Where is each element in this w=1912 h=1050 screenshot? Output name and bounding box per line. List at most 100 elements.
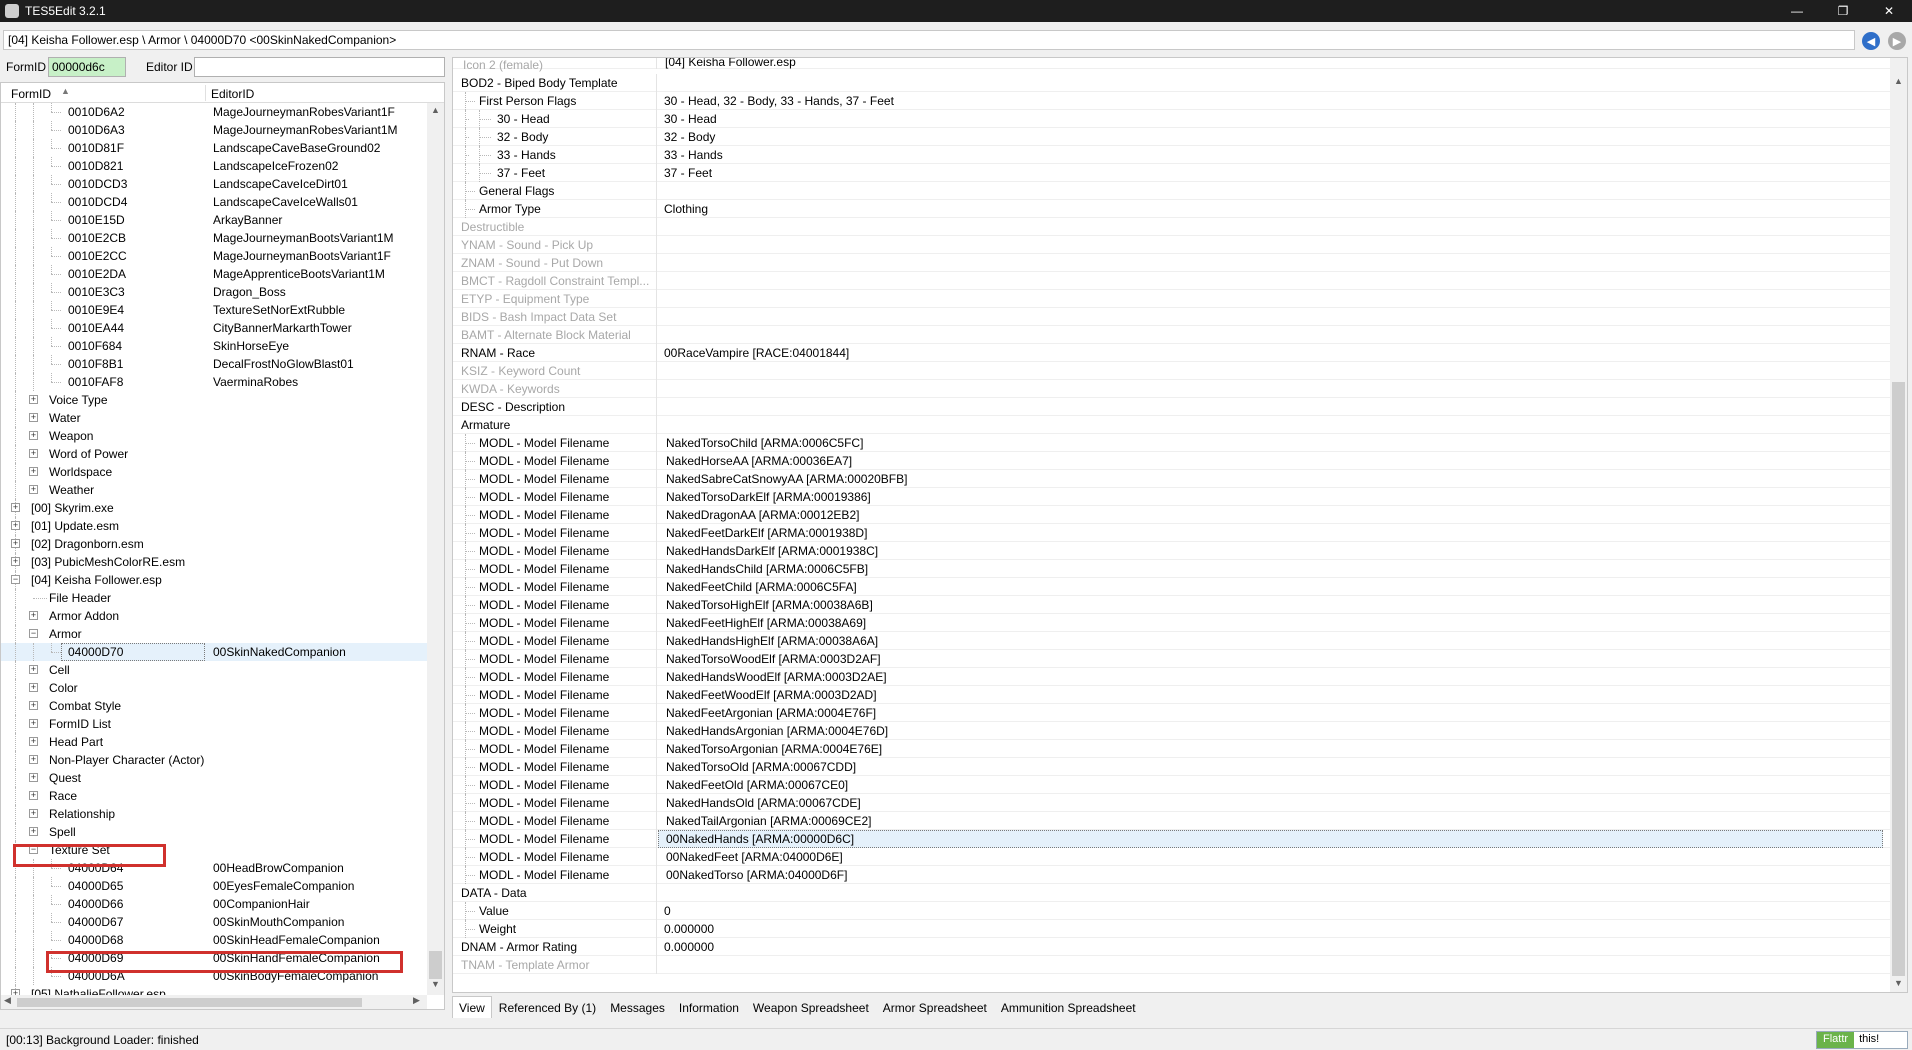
- record-field-value[interactable]: 32 - Body: [664, 128, 715, 146]
- record-header-row[interactable]: Icon 2 (female) [04] Keisha Follower.esp: [453, 58, 1890, 72]
- tree-row[interactable]: 0010D6A3 MageJourneymanRobesVariant1M: [1, 121, 427, 139]
- record-row[interactable]: RNAM - Race 00RaceVampire [RACE:04001844]: [453, 344, 1890, 362]
- tree-row[interactable]: 0010E15D ArkayBanner: [1, 211, 427, 229]
- record-row[interactable]: Weight 0.000000: [453, 920, 1890, 938]
- scroll-thumb[interactable]: [429, 951, 442, 979]
- collapse-icon[interactable]: −: [11, 575, 20, 584]
- record-field-value[interactable]: NakedFeetOld [ARMA:00067CE0]: [666, 776, 848, 794]
- expand-icon[interactable]: +: [29, 755, 38, 764]
- tree-horizontal-scrollbar[interactable]: ◀ ▶: [1, 995, 427, 1009]
- record-field-value[interactable]: NakedTorsoHighElf [ARMA:00038A6B]: [666, 596, 873, 614]
- column-divider[interactable]: [205, 85, 206, 101]
- expand-icon[interactable]: +: [29, 395, 38, 404]
- record-row[interactable]: MODL - Model Filename NakedHorseAA [ARMA:…: [453, 452, 1890, 470]
- record-row[interactable]: Armature: [453, 416, 1890, 434]
- record-row[interactable]: YNAM - Sound - Pick Up: [453, 236, 1890, 254]
- expand-icon[interactable]: +: [11, 503, 20, 512]
- record-row[interactable]: MODL - Model Filename NakedHandsChild [AR…: [453, 560, 1890, 578]
- record-row[interactable]: MODL - Model Filename NakedDragonAA [ARMA…: [453, 506, 1890, 524]
- tree-row[interactable]: + Relationship: [1, 805, 427, 823]
- tree-row[interactable]: + Water: [1, 409, 427, 427]
- record-field-value[interactable]: NakedHandsWoodElf [ARMA:0003D2AE]: [666, 668, 887, 686]
- scroll-thumb[interactable]: [1892, 382, 1905, 976]
- tree-row[interactable]: 0010D81F LandscapeCaveBaseGround02: [1, 139, 427, 157]
- record-vertical-scrollbar[interactable]: ▲ ▼: [1890, 58, 1907, 992]
- record-row[interactable]: MODL - Model Filename NakedTorsoDarkElf […: [453, 488, 1890, 506]
- minimize-button[interactable]: —: [1774, 0, 1820, 22]
- tree-row[interactable]: 0010F684 SkinHorseEye: [1, 337, 427, 355]
- tree-row[interactable]: 04000D65 00EyesFemaleCompanion: [1, 877, 427, 895]
- tab-ammunition-spreadsheet[interactable]: Ammunition Spreadsheet: [994, 996, 1143, 1018]
- tree-row[interactable]: + [02] Dragonborn.esm: [1, 535, 427, 553]
- tree-row[interactable]: File Header: [1, 589, 427, 607]
- expand-icon[interactable]: +: [29, 449, 38, 458]
- record-row[interactable]: MODL - Model Filename NakedFeetArgonian […: [453, 704, 1890, 722]
- record-row[interactable]: MODL - Model Filename NakedHandsWoodElf […: [453, 668, 1890, 686]
- record-row[interactable]: MODL - Model Filename NakedFeetHighElf [A…: [453, 614, 1890, 632]
- record-field-value[interactable]: NakedTorsoWoodElf [ARMA:0003D2AF]: [666, 650, 881, 668]
- record-field-value[interactable]: 00RaceVampire [RACE:04001844]: [664, 344, 849, 362]
- tree-row[interactable]: + Race: [1, 787, 427, 805]
- tree-row[interactable]: 0010EA44 CityBannerMarkarthTower: [1, 319, 427, 337]
- tree-row[interactable]: + [05] NathalieFollower.esp: [1, 985, 427, 995]
- scroll-thumb[interactable]: [17, 998, 362, 1007]
- record-field-value[interactable]: NakedFeetDarkElf [ARMA:0001938D]: [666, 524, 867, 542]
- record-row[interactable]: BMCT - Ragdoll Constraint Templ...: [453, 272, 1890, 290]
- record-field-value[interactable]: NakedHandsChild [ARMA:0006C5FB]: [666, 560, 868, 578]
- tree-row[interactable]: + Word of Power: [1, 445, 427, 463]
- record-field-value[interactable]: 0.000000: [664, 938, 714, 956]
- close-button[interactable]: ✕: [1866, 0, 1912, 22]
- scroll-right-icon[interactable]: ▶: [413, 995, 420, 1006]
- record-field-value[interactable]: NakedTorsoArgonian [ARMA:0004E76E]: [666, 740, 882, 758]
- record-row[interactable]: 32 - Body 32 - Body: [453, 128, 1890, 146]
- tree-row[interactable]: − Armor: [1, 625, 427, 643]
- tree-row[interactable]: + [00] Skyrim.exe: [1, 499, 427, 517]
- record-row[interactable]: MODL - Model Filename NakedFeetDarkElf [A…: [453, 524, 1890, 542]
- record-field-value[interactable]: NakedHandsDarkElf [ARMA:0001938C]: [666, 542, 878, 560]
- record-field-value[interactable]: NakedDragonAA [ARMA:00012EB2]: [666, 506, 859, 524]
- tab-referenced-by-1[interactable]: Referenced By (1): [492, 996, 603, 1018]
- tree-row[interactable]: 0010E2DA MageApprenticeBootsVariant1M: [1, 265, 427, 283]
- tree-row[interactable]: + Color: [1, 679, 427, 697]
- record-path-field[interactable]: [04] Keisha Follower.esp \ Armor \ 04000…: [3, 30, 1855, 50]
- record-row[interactable]: 33 - Hands 33 - Hands: [453, 146, 1890, 164]
- record-row[interactable]: 30 - Head 30 - Head: [453, 110, 1890, 128]
- expand-icon[interactable]: +: [29, 665, 38, 674]
- record-field-value[interactable]: 0.000000: [664, 920, 714, 938]
- maximize-button[interactable]: ❐: [1820, 0, 1866, 22]
- expand-icon[interactable]: +: [29, 737, 38, 746]
- expand-icon[interactable]: +: [29, 431, 38, 440]
- scroll-up-icon[interactable]: ▲: [427, 105, 444, 115]
- record-row[interactable]: DNAM - Armor Rating 0.000000: [453, 938, 1890, 956]
- expand-icon[interactable]: +: [29, 413, 38, 422]
- tree-row[interactable]: 0010FAF8 VaerminaRobes: [1, 373, 427, 391]
- tree-row[interactable]: 0010D821 LandscapeIceFrozen02: [1, 157, 427, 175]
- record-field-value[interactable]: 30 - Head, 32 - Body, 33 - Hands, 37 - F…: [664, 92, 894, 110]
- record-field-value[interactable]: NakedSabreCatSnowyAA [ARMA:00020BFB]: [666, 470, 907, 488]
- record-row[interactable]: MODL - Model Filename NakedTorsoHighElf […: [453, 596, 1890, 614]
- record-row[interactable]: DATA - Data: [453, 884, 1890, 902]
- back-arrow-icon[interactable]: ◀: [1862, 32, 1880, 50]
- tree-row[interactable]: + Spell: [1, 823, 427, 841]
- forward-arrow-icon[interactable]: ▶: [1888, 32, 1906, 50]
- record-field-value[interactable]: Clothing: [664, 200, 708, 218]
- tree-row[interactable]: 04000D67 00SkinMouthCompanion: [1, 913, 427, 931]
- record-field-value[interactable]: NakedHorseAA [ARMA:00036EA7]: [666, 452, 852, 470]
- record-row[interactable]: MODL - Model Filename NakedSabreCatSnowyA…: [453, 470, 1890, 488]
- record-row[interactable]: Value 0: [453, 902, 1890, 920]
- tab-view[interactable]: View: [452, 996, 492, 1018]
- record-field-value[interactable]: NakedHandsHighElf [ARMA:00038A6A]: [666, 632, 878, 650]
- record-field-value[interactable]: 00NakedHands [ARMA:00000D6C]: [666, 830, 854, 848]
- scroll-up-icon[interactable]: ▲: [1890, 76, 1907, 86]
- record-row[interactable]: MODL - Model Filename 00NakedTorso [ARMA:…: [453, 866, 1890, 884]
- record-row[interactable]: General Flags: [453, 182, 1890, 200]
- flattr-button[interactable]: Flattr this!: [1816, 1031, 1908, 1049]
- tab-weapon-spreadsheet[interactable]: Weapon Spreadsheet: [746, 996, 876, 1018]
- editorid-input[interactable]: [194, 57, 445, 77]
- record-field-value[interactable]: NakedFeetArgonian [ARMA:0004E76F]: [666, 704, 876, 722]
- record-field-value[interactable]: NakedTorsoDarkElf [ARMA:00019386]: [666, 488, 871, 506]
- formid-input[interactable]: [48, 57, 126, 77]
- record-field-value[interactable]: 33 - Hands: [664, 146, 723, 164]
- scroll-left-icon[interactable]: ◀: [4, 995, 11, 1006]
- scroll-down-icon[interactable]: ▼: [1890, 978, 1907, 988]
